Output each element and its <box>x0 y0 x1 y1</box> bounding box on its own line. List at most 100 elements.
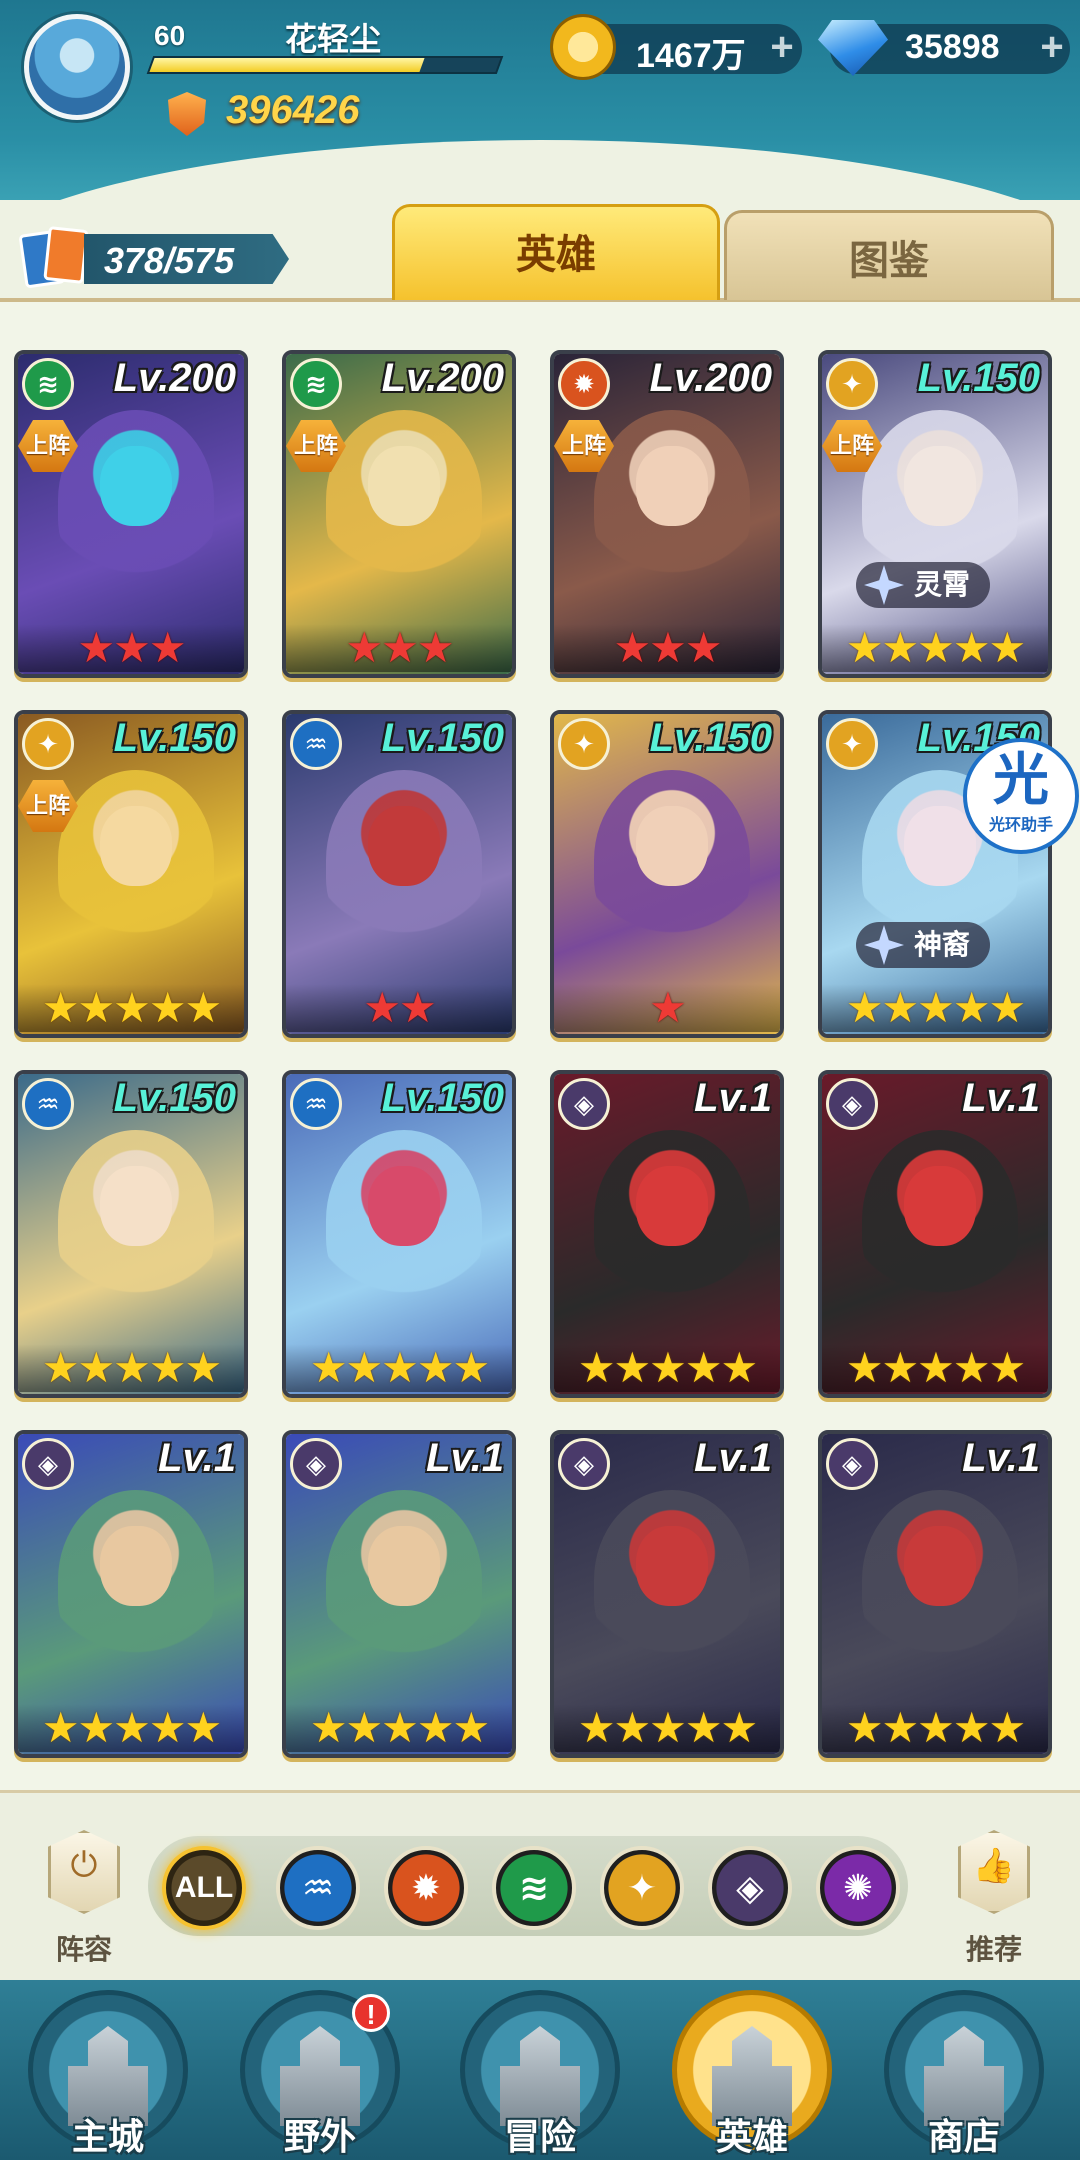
star-icon: ★ <box>881 624 920 671</box>
dark-element-icon: ◈ <box>826 1438 878 1490</box>
hero-face <box>904 1526 976 1606</box>
star-icon: ★ <box>148 1704 187 1751</box>
filter-dark-button[interactable]: ◈ <box>708 1846 792 1930</box>
hero-face <box>368 446 440 526</box>
wild-alert-badge: ! <box>352 1994 390 2032</box>
nav-adventure[interactable]: 冒险 <box>452 1990 628 2160</box>
star-icon: ★ <box>684 1344 723 1391</box>
hero-face <box>636 1166 708 1246</box>
filter-wind-button[interactable]: ≋ <box>492 1846 576 1930</box>
star-icon: ★ <box>148 1344 187 1391</box>
hero-face <box>100 446 172 526</box>
star-icon: ★ <box>416 1344 455 1391</box>
player-avatar[interactable] <box>24 14 130 120</box>
hero-face <box>100 806 172 886</box>
hero-card[interactable]: ◈ Lv.1 ★★★★★ <box>818 1430 1052 1758</box>
hero-level: Lv.1 <box>158 1436 236 1480</box>
hero-face <box>636 446 708 526</box>
hero-star-rating: ★★★ <box>286 624 512 672</box>
hero-title: 灵霄 <box>914 569 971 600</box>
lineup-button[interactable]: ⏻ <box>34 1830 134 1930</box>
filter-all-button[interactable]: ALL <box>162 1846 246 1930</box>
star-icon: ★ <box>881 984 920 1031</box>
hero-card[interactable]: ≋ Lv.200 上阵 ★★★ <box>282 350 516 678</box>
hero-star-rating: ★★★★★ <box>286 1344 512 1392</box>
star-icon: ★ <box>345 1704 384 1751</box>
add-gems-button[interactable]: + <box>1034 27 1070 67</box>
hero-card[interactable]: ♒ Lv.150 ★★★★★ <box>14 1070 248 1398</box>
water-element-icon: ♒ <box>22 1078 74 1130</box>
title-emblem-icon <box>864 925 904 965</box>
star-icon: ★ <box>77 1344 116 1391</box>
star-icon: ★ <box>881 1704 920 1751</box>
nav-label: 野外 <box>283 2116 356 2157</box>
star-icon: ★ <box>416 1704 455 1751</box>
hero-card[interactable]: ◈ Lv.1 ★★★★★ <box>818 1070 1052 1398</box>
hero-face <box>904 806 976 886</box>
recommend-button[interactable]: 👍 <box>944 1830 1044 1930</box>
recommend-label: 推荐 <box>965 1934 1022 1965</box>
nav-shop[interactable]: 商店 <box>876 1990 1052 2160</box>
star-icon: ★ <box>845 1704 884 1751</box>
star-icon: ★ <box>577 1704 616 1751</box>
hero-card[interactable]: ◈ Lv.1 ★★★★★ <box>550 1430 784 1758</box>
nav-main-city[interactable]: 主城 <box>20 1990 196 2160</box>
filter-void-button[interactable]: ✺ <box>816 1846 900 1930</box>
wind-element-icon: ≋ <box>22 358 74 410</box>
star-icon: ★ <box>363 984 401 1031</box>
filter-water-button[interactable]: ♒ <box>276 1846 360 1930</box>
hero-card[interactable]: ✦ Lv.150 ★ <box>550 710 784 1038</box>
hero-level: Lv.1 <box>962 1436 1040 1480</box>
star-icon: ★ <box>577 1344 616 1391</box>
hero-star-rating: ★★★★★ <box>822 1704 1048 1752</box>
hero-face <box>368 1526 440 1606</box>
nav-heroes[interactable]: 英雄 <box>664 1990 840 2160</box>
hero-card[interactable]: ≋ Lv.200 上阵 ★★★ <box>14 350 248 678</box>
hero-card[interactable]: ◈ Lv.1 ★★★★★ <box>14 1430 248 1758</box>
nav-label: 商店 <box>927 2116 1000 2157</box>
star-icon: ★ <box>952 624 991 671</box>
star-icon: ★ <box>148 984 187 1031</box>
hero-star-rating: ★ <box>554 984 780 1032</box>
player-name: 花轻尘 <box>285 21 382 57</box>
hero-card[interactable]: ♒ Lv.150 ★★★★★ <box>282 1070 516 1398</box>
hero-face <box>904 1166 976 1246</box>
dark-element-icon: ◈ <box>558 1078 610 1130</box>
hero-title-badge: 灵霄 <box>856 562 991 608</box>
lineup-label: 阵容 <box>55 1934 112 1965</box>
gold-amount: 1467万 <box>636 37 746 75</box>
star-icon: ★ <box>684 1704 723 1751</box>
hero-star-rating: ★★★★★ <box>822 624 1048 672</box>
star-icon: ★ <box>613 624 652 671</box>
hero-level: Lv.200 <box>381 356 504 400</box>
star-icon: ★ <box>381 1344 419 1391</box>
star-icon: ★ <box>381 624 419 671</box>
star-icon: ★ <box>720 1704 758 1751</box>
title-emblem-icon <box>864 565 904 605</box>
star-icon: ★ <box>881 1344 920 1391</box>
tab-atlas[interactable]: 图鉴 <box>724 210 1054 300</box>
light-element-icon: ✦ <box>22 718 74 770</box>
hero-card[interactable]: ✦ Lv.150 上阵 灵霄 ★★★★★ <box>818 350 1052 678</box>
star-icon: ★ <box>452 1704 490 1751</box>
combat-power: 396426 <box>226 88 360 132</box>
halo-assistant-badge[interactable]: 光 光环助手 <box>963 738 1079 854</box>
star-icon: ★ <box>988 624 1026 671</box>
add-gold-button[interactable]: + <box>764 27 800 67</box>
hero-card[interactable]: ♒ Lv.150 ★★ <box>282 710 516 1038</box>
filter-fire-button[interactable]: ✹ <box>384 1846 468 1930</box>
hero-card[interactable]: ◈ Lv.1 ★★★★★ <box>282 1430 516 1758</box>
star-icon: ★ <box>77 984 116 1031</box>
hero-card[interactable]: ✹ Lv.200 上阵 ★★★ <box>550 350 784 678</box>
filter-light-button[interactable]: ✦ <box>600 1846 684 1930</box>
experience-bar-fill <box>149 58 425 72</box>
experience-bar <box>146 56 504 74</box>
hero-level: Lv.150 <box>113 1076 236 1120</box>
hero-face <box>368 1166 440 1246</box>
hero-level: Lv.1 <box>962 1076 1040 1120</box>
hero-card[interactable]: ◈ Lv.1 ★★★★★ <box>550 1070 784 1398</box>
hero-card[interactable]: ✦ Lv.150 上阵 ★★★★★ <box>14 710 248 1038</box>
hero-face <box>100 1526 172 1606</box>
star-icon: ★ <box>613 1344 652 1391</box>
tab-heroes[interactable]: 英雄 <box>392 204 720 300</box>
